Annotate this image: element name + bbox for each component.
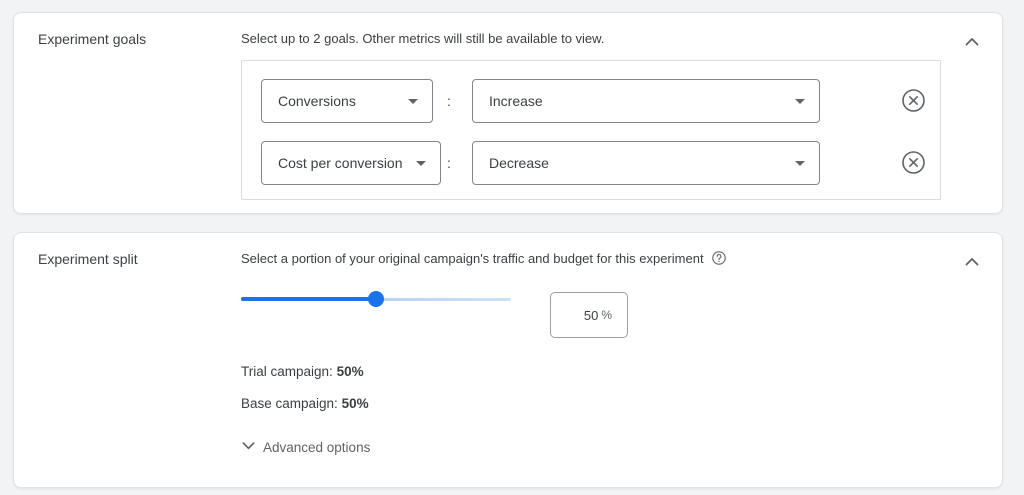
circle-x-icon	[901, 150, 926, 178]
split-percent-input[interactable]: 50 %	[550, 292, 628, 338]
help-circle-icon[interactable]	[712, 251, 726, 269]
chevron-down-icon	[241, 438, 256, 456]
goal-metric-select[interactable]: Cost per conversion	[261, 141, 441, 185]
dropdown-caret-icon	[416, 161, 426, 166]
dropdown-caret-icon	[795, 161, 805, 166]
trial-campaign-line: Trial campaign: 50%	[241, 364, 364, 380]
experiment-split-card: Experiment split Select a portion of you…	[13, 232, 1003, 488]
remove-goal-button[interactable]	[901, 151, 926, 176]
goal-row: Cost per conversion : Decrease	[242, 141, 940, 185]
slider-fill	[241, 297, 376, 301]
dropdown-caret-icon	[795, 99, 805, 104]
goals-collapse-button[interactable]	[958, 29, 986, 57]
dropdown-caret-icon	[408, 99, 418, 104]
experiment-goals-card: Experiment goals Select up to 2 goals. O…	[13, 12, 1003, 214]
goal-direction-value: Increase	[489, 93, 543, 109]
goal-separator: :	[440, 79, 458, 123]
goal-metric-select[interactable]: Conversions	[261, 79, 433, 123]
goal-metric-value: Conversions	[278, 93, 356, 109]
circle-x-icon	[901, 88, 926, 116]
experiment-split-description: Select a portion of your original campai…	[241, 251, 726, 269]
base-campaign-value: 50%	[342, 396, 369, 411]
goal-metric-value: Cost per conversion	[278, 155, 403, 171]
experiment-goals-title: Experiment goals	[38, 30, 146, 48]
base-campaign-label: Base campaign:	[241, 396, 338, 411]
remove-goal-button[interactable]	[901, 89, 926, 114]
goal-separator: :	[440, 141, 458, 185]
experiment-split-title: Experiment split	[38, 250, 138, 268]
trial-campaign-value: 50%	[337, 364, 364, 379]
goal-direction-select[interactable]: Decrease	[472, 141, 820, 185]
split-percent-value: 50	[584, 308, 598, 323]
split-collapse-button[interactable]	[958, 249, 986, 277]
experiment-goals-description: Select up to 2 goals. Other metrics will…	[241, 31, 604, 47]
split-percent-unit: %	[601, 308, 612, 322]
advanced-options-label: Advanced options	[263, 440, 370, 455]
chevron-up-icon	[964, 254, 980, 273]
chevron-up-icon	[964, 34, 980, 53]
goal-row: Conversions : Increase	[242, 79, 940, 123]
base-campaign-line: Base campaign: 50%	[241, 396, 369, 412]
goal-direction-value: Decrease	[489, 155, 549, 171]
goals-container: Conversions : Increase Cost per conversi…	[241, 60, 941, 200]
slider-thumb[interactable]	[368, 291, 384, 307]
experiment-split-description-text: Select a portion of your original campai…	[241, 251, 704, 266]
trial-campaign-label: Trial campaign:	[241, 364, 333, 379]
goal-direction-select[interactable]: Increase	[472, 79, 820, 123]
traffic-split-slider[interactable]	[241, 291, 511, 307]
advanced-options-toggle[interactable]: Advanced options	[241, 438, 370, 456]
